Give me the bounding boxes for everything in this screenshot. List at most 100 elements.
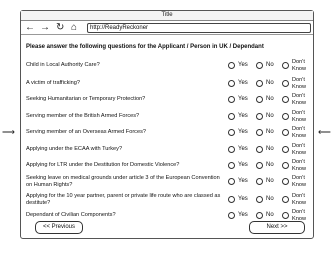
- option-label-yes: Yes: [238, 113, 248, 119]
- option-label-no: No: [266, 212, 274, 218]
- option-label-no: No: [266, 80, 274, 86]
- option-yes: Yes: [228, 162, 248, 169]
- option-no: No: [256, 96, 274, 103]
- radio-dont-know[interactable]: [282, 146, 289, 153]
- option-yes: Yes: [228, 96, 248, 103]
- back-arrow-icon[interactable]: ←: [25, 22, 35, 33]
- radio-dont-know[interactable]: [282, 178, 289, 185]
- option-no: No: [256, 113, 274, 120]
- question-text: Applying for LTR under the Destitution f…: [26, 162, 180, 168]
- option-no: No: [256, 62, 274, 69]
- option-label-yes: Yes: [238, 96, 248, 102]
- radio-dont-know[interactable]: [282, 96, 289, 103]
- radio-dont-know[interactable]: [282, 212, 289, 219]
- question-text: Seeking Humanitarian or Temporary Protec…: [26, 96, 146, 102]
- radio-no[interactable]: [256, 162, 263, 169]
- radio-dont-know[interactable]: [282, 162, 289, 169]
- question-text: Seeking leave on medical grounds under a…: [26, 175, 220, 188]
- option-label-no: No: [266, 162, 274, 168]
- previous-button[interactable]: << Previous: [35, 221, 83, 234]
- option-dont-know: [282, 80, 289, 87]
- radio-no[interactable]: [256, 129, 263, 136]
- question-row: Child in Local Authority Care? Yes No Don't…: [21, 59, 315, 73]
- question-row: A victim of trafficking? Yes No Don't Know: [21, 77, 315, 91]
- url-input[interactable]: http://ReadyReckoner: [87, 23, 311, 33]
- home-icon[interactable]: ⌂: [71, 22, 77, 33]
- question-text: A victim of trafficking?: [26, 80, 80, 86]
- question-text: Serving member of the British Armed Forc…: [26, 113, 140, 119]
- radio-no[interactable]: [256, 196, 263, 203]
- option-label-no: No: [266, 129, 274, 135]
- option-no: No: [256, 80, 274, 87]
- radio-no[interactable]: [256, 80, 263, 87]
- option-label-yes: Yes: [238, 62, 248, 68]
- option-no: No: [256, 196, 274, 203]
- radio-yes[interactable]: [228, 162, 235, 169]
- radio-dont-know[interactable]: [282, 113, 289, 120]
- right-side-arrow-icon: ⟵: [318, 127, 331, 137]
- radio-yes[interactable]: [228, 146, 235, 153]
- option-label-no: No: [266, 146, 274, 152]
- question-row: Serving member of an Overseas Armed Forc…: [21, 126, 315, 140]
- radio-yes[interactable]: [228, 62, 235, 69]
- option-label-dont-know: Don't Know: [292, 110, 306, 123]
- option-dont-know: [282, 146, 289, 153]
- option-yes: Yes: [228, 129, 248, 136]
- radio-no[interactable]: [256, 62, 263, 69]
- radio-yes[interactable]: [228, 96, 235, 103]
- radio-yes[interactable]: [228, 113, 235, 120]
- question-row: Seeking Humanitarian or Temporary Protec…: [21, 93, 315, 107]
- radio-yes[interactable]: [228, 80, 235, 87]
- question-row: Applying for the 10 year partner, parent…: [21, 193, 315, 207]
- refresh-icon[interactable]: ↻: [56, 22, 64, 33]
- forward-arrow-icon[interactable]: →: [40, 22, 50, 33]
- option-yes: Yes: [228, 146, 248, 153]
- question-row: Seeking leave on medical grounds under a…: [21, 175, 315, 189]
- option-label-dont-know: Don't Know: [292, 143, 306, 156]
- option-label-no: No: [266, 178, 274, 184]
- radio-no[interactable]: [256, 212, 263, 219]
- option-yes: Yes: [228, 62, 248, 69]
- left-side-arrow-icon: ⟶: [2, 127, 15, 137]
- option-yes: Yes: [228, 80, 248, 87]
- radio-yes[interactable]: [228, 212, 235, 219]
- question-text: Child in Local Authority Care?: [26, 62, 100, 68]
- option-label-dont-know: Don't Know: [292, 193, 306, 206]
- option-dont-know: [282, 129, 289, 136]
- radio-yes[interactable]: [228, 129, 235, 136]
- browser-toolbar: ← → ↻ ⌂ http://ReadyReckoner: [21, 21, 313, 35]
- option-no: No: [256, 129, 274, 136]
- radio-yes[interactable]: [228, 196, 235, 203]
- option-yes: Yes: [228, 113, 248, 120]
- radio-no[interactable]: [256, 96, 263, 103]
- option-label-yes: Yes: [238, 146, 248, 152]
- option-label-yes: Yes: [238, 162, 248, 168]
- radio-no[interactable]: [256, 146, 263, 153]
- option-label-dont-know: Don't Know: [292, 59, 306, 72]
- option-dont-know: [282, 196, 289, 203]
- option-label-no: No: [266, 96, 274, 102]
- radio-no[interactable]: [256, 113, 263, 120]
- option-label-no: No: [266, 62, 274, 68]
- option-label-dont-know: Don't Know: [292, 126, 306, 139]
- option-yes: Yes: [228, 178, 248, 185]
- option-label-dont-know: Don't Know: [292, 175, 306, 188]
- window-title: Title: [21, 11, 313, 21]
- option-label-dont-know: Don't Know: [292, 159, 306, 172]
- next-button[interactable]: Next >>: [249, 221, 305, 234]
- question-text: Serving member of an Overseas Armed Forc…: [26, 129, 147, 135]
- radio-dont-know[interactable]: [282, 129, 289, 136]
- option-no: No: [256, 162, 274, 169]
- option-dont-know: [282, 62, 289, 69]
- option-dont-know: [282, 113, 289, 120]
- option-no: No: [256, 178, 274, 185]
- radio-yes[interactable]: [228, 178, 235, 185]
- radio-dont-know[interactable]: [282, 196, 289, 203]
- radio-dont-know[interactable]: [282, 62, 289, 69]
- option-label-dont-know: Don't Know: [292, 93, 306, 106]
- radio-dont-know[interactable]: [282, 80, 289, 87]
- question-text: Applying for the 10 year partner, parent…: [26, 193, 221, 206]
- option-dont-know: [282, 178, 289, 185]
- option-label-yes: Yes: [238, 80, 248, 86]
- radio-no[interactable]: [256, 178, 263, 185]
